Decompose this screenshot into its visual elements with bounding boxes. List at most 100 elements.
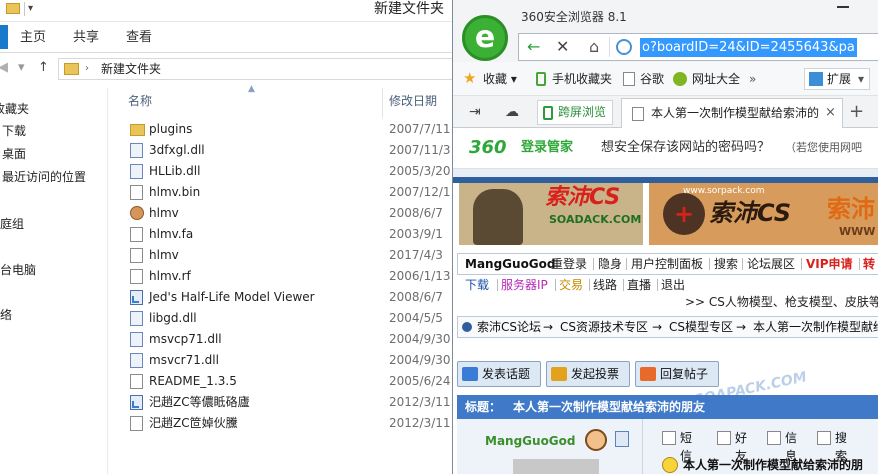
back-arrow-icon[interactable]: ◀ bbox=[0, 58, 8, 78]
nav-item-network[interactable]: 网络 bbox=[0, 307, 12, 323]
close-icon[interactable]: × bbox=[825, 99, 836, 127]
reply-button[interactable]: 回复帖子 bbox=[635, 361, 719, 387]
site-banner-right[interactable]: www.sorpack.com + 索沛CS 索沛 WWW bbox=[649, 183, 878, 245]
fav-item-phone[interactable]: 手机收藏夹 bbox=[552, 62, 612, 96]
file-row[interactable]: hlmv.bin 2007/12/1 bbox=[108, 182, 460, 203]
search-link[interactable]: 搜索 bbox=[714, 254, 738, 274]
forum-user-bar: MangGuoGod 重登录 隐身 用户控制面板 搜索 论坛展区 VIP申请 转 bbox=[457, 253, 878, 275]
chevron-right-icon[interactable]: › bbox=[85, 59, 89, 79]
favorites-menu[interactable]: 收藏 ▾ bbox=[483, 62, 517, 96]
site-banner-left[interactable]: 索沛CS SOADACK.COM bbox=[459, 183, 643, 245]
tab-active[interactable]: 本人第一次制作模型献给索沛的 × bbox=[621, 98, 843, 128]
forum-menu-item[interactable]: 线路 bbox=[593, 275, 617, 295]
file-row[interactable]: 汜趙ZC等儂眡硌廬 2012/3/11 bbox=[108, 392, 460, 413]
file-icon bbox=[130, 269, 143, 284]
file-row[interactable]: Jed's Half-Life Model Viewer 2008/6/7 bbox=[108, 287, 460, 308]
folder-icon bbox=[64, 63, 79, 75]
file-row[interactable]: msvcp71.dll 2004/9/30 bbox=[108, 329, 460, 350]
nav-item-desktop[interactable]: 桌面 bbox=[2, 146, 26, 162]
column-header-date[interactable]: 修改日期 bbox=[389, 92, 437, 110]
file-row[interactable]: HLLib.dll 2005/3/20 bbox=[108, 161, 460, 182]
column-divider[interactable] bbox=[382, 88, 383, 118]
author-name[interactable]: MangGuoGod bbox=[485, 433, 576, 449]
browser-logo-icon[interactable]: e bbox=[462, 15, 508, 61]
file-row[interactable]: plugins 2007/7/11 bbox=[108, 119, 460, 140]
cross-screen-button[interactable]: 跨屏浏览 bbox=[537, 100, 613, 125]
nav-item-recent[interactable]: 最近访问的位置 bbox=[2, 169, 86, 185]
address-bar: ◀ ▾ ↑ › 新建文件夹 bbox=[0, 53, 460, 84]
tab-home[interactable]: 主页 bbox=[20, 22, 46, 53]
invisible-link[interactable]: 隐身 bbox=[598, 254, 622, 274]
cross-screen-label: 跨屏浏览 bbox=[558, 105, 607, 119]
cloud-icon[interactable]: ☁ bbox=[505, 96, 519, 128]
file-row[interactable]: libgd.dll 2004/5/5 bbox=[108, 308, 460, 329]
file-name: plugins bbox=[149, 122, 193, 136]
vip-apply-link[interactable]: VIP申请 bbox=[806, 254, 853, 274]
file-row[interactable]: README_1.3.5 2005/6/24 bbox=[108, 371, 460, 392]
username-link[interactable]: MangGuoGod bbox=[465, 254, 556, 274]
file-icon bbox=[130, 227, 143, 242]
forum-menu-item[interactable]: 交易 bbox=[559, 275, 583, 295]
new-tab-button[interactable]: + bbox=[849, 96, 864, 128]
forum-showcase-link[interactable]: 论坛展区 bbox=[747, 254, 795, 274]
file-row[interactable]: hlmv 2017/4/3 bbox=[108, 245, 460, 266]
file-name: hlmv.fa bbox=[149, 227, 194, 241]
star-icon[interactable]: ★ bbox=[463, 70, 476, 86]
sidebar-toggle-icon[interactable]: ⇥ bbox=[469, 96, 481, 128]
file-icon bbox=[130, 185, 143, 200]
navigation-pane: 收藏夹 下载 桌面 最近访问的位置 家庭组 这台电脑 网络 bbox=[0, 88, 108, 474]
address-field[interactable]: › 新建文件夹 bbox=[58, 58, 460, 80]
file-row[interactable]: hlmv.rf 2006/1/13 bbox=[108, 266, 460, 287]
file-row[interactable]: 3dfxgl.dll 2007/11/3 bbox=[108, 140, 460, 161]
tab-view[interactable]: 查看 bbox=[126, 22, 152, 53]
ribbon-tabs: 主页 共享 查看 bbox=[0, 22, 460, 53]
quick-access-dropdown-icon[interactable]: ▾ bbox=[28, 0, 33, 18]
column-header-name[interactable]: 名称 bbox=[128, 92, 152, 110]
back-arrow-icon[interactable]: ← bbox=[527, 35, 540, 59]
breadcrumb-icon bbox=[462, 322, 472, 332]
truncated-link[interactable]: 转 bbox=[863, 254, 875, 274]
breadcrumb-forum[interactable]: 索沛CS论坛 bbox=[477, 317, 541, 337]
chevron-down-icon[interactable]: ▾ bbox=[858, 62, 864, 96]
quick-access-folder-icon[interactable] bbox=[6, 3, 20, 14]
file-row[interactable]: hlmv.fa 2003/9/1 bbox=[108, 224, 460, 245]
avatar[interactable] bbox=[585, 429, 607, 451]
nav-item-this-pc[interactable]: 这台电脑 bbox=[0, 262, 36, 278]
file-name: 3dfxgl.dll bbox=[149, 143, 205, 157]
relogin-link[interactable]: 重登录 bbox=[551, 254, 587, 274]
forum-menu-item[interactable]: 直播 bbox=[627, 275, 651, 295]
minimize-icon[interactable] bbox=[837, 6, 849, 8]
url-input[interactable]: o?boardID=24&ID=2455643&pa bbox=[640, 38, 857, 57]
stop-icon[interactable]: ✕ bbox=[556, 35, 569, 59]
breadcrumb-resource-zone[interactable]: CS资源技术专区 bbox=[560, 317, 648, 337]
profile-book-icon[interactable] bbox=[615, 431, 629, 447]
recent-dropdown-icon[interactable]: ▾ bbox=[18, 58, 25, 78]
user-cp-link[interactable]: 用户控制面板 bbox=[631, 254, 703, 274]
url-bar[interactable]: ← ✕ ⌂ o?boardID=24&ID=2455643&pa bbox=[518, 33, 878, 61]
tab-share[interactable]: 共享 bbox=[73, 22, 99, 53]
new-topic-button[interactable]: 发表话题 bbox=[457, 361, 541, 387]
breadcrumb-model-zone[interactable]: CS模型专区 bbox=[669, 317, 733, 337]
new-poll-button[interactable]: 发起投票 bbox=[546, 361, 630, 387]
forum-menu-item[interactable]: 退出 bbox=[661, 275, 685, 295]
home-icon[interactable]: ⌂ bbox=[589, 35, 599, 59]
file-row[interactable]: 汜趙ZC笸婥伙黱 2012/3/11 bbox=[108, 413, 460, 434]
quick-access-divider bbox=[24, 2, 25, 16]
file-date: 2005/3/20 bbox=[389, 164, 451, 178]
category-links[interactable]: >> CS人物模型、枪支模型、皮肤等 bbox=[685, 293, 878, 311]
file-row[interactable]: hlmv 2008/6/7 bbox=[108, 203, 460, 224]
forum-menu-item[interactable]: 服务器IP bbox=[501, 275, 548, 295]
file-tab[interactable] bbox=[0, 25, 8, 49]
more-favorites-icon[interactable]: » bbox=[749, 62, 756, 96]
file-row[interactable]: msvcr71.dll 2004/9/30 bbox=[108, 350, 460, 371]
up-arrow-icon[interactable]: ↑ bbox=[38, 58, 49, 78]
fav-item-google[interactable]: 谷歌 bbox=[640, 62, 664, 96]
site-security-icon[interactable] bbox=[616, 39, 632, 55]
nav-item-downloads[interactable]: 下载 bbox=[2, 123, 26, 139]
fav-item-nav[interactable]: 网址大全 bbox=[692, 62, 740, 96]
forum-menu-item[interactable]: 下载 bbox=[465, 275, 489, 295]
file-date: 2012/3/11 bbox=[389, 395, 451, 409]
nav-item-favorites[interactable]: 收藏夹 bbox=[0, 101, 29, 117]
banner-title-secondary: 索沛 bbox=[827, 195, 875, 223]
nav-item-homegroup[interactable]: 家庭组 bbox=[0, 216, 24, 232]
